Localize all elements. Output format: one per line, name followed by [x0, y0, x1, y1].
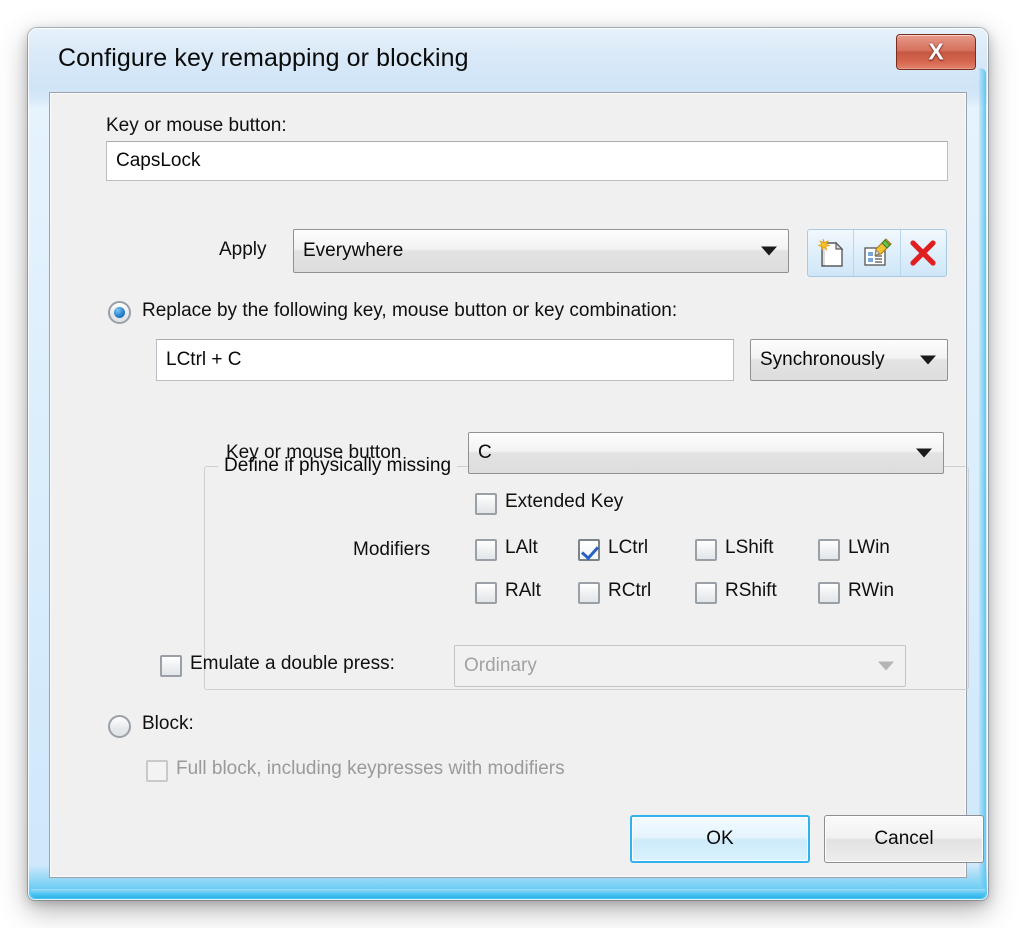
close-button[interactable]: X	[896, 34, 976, 70]
replace-radio[interactable]	[108, 301, 131, 324]
modifier-checkbox-rctrl[interactable]	[578, 582, 600, 604]
edit-properties-icon	[864, 238, 892, 266]
key-or-mouse-button-input[interactable]: CapsLock	[106, 141, 948, 181]
modifier-label-rwin: RWin	[848, 580, 895, 601]
chevron-down-icon	[761, 246, 777, 256]
emulate-mode-dropdown[interactable]: Ordinary	[454, 645, 906, 687]
groupbox-key-label: Key or mouse button	[226, 442, 402, 463]
key-combination-input[interactable]: LCtrl + C	[156, 339, 734, 381]
replace-mode-value: Synchronously	[760, 349, 885, 370]
window-frame-right-accent	[979, 68, 986, 892]
ok-button[interactable]: OK	[630, 815, 810, 863]
modifier-label-lwin: LWin	[848, 537, 890, 558]
modifier-label-lctrl: LCtrl	[608, 537, 649, 558]
new-document-button[interactable]	[808, 230, 853, 276]
modifier-checkbox-lwin[interactable]	[818, 539, 840, 561]
emulate-double-press-checkbox[interactable]	[160, 655, 182, 677]
dialog-client-area: Key or mouse button: CapsLock Apply Ever…	[49, 92, 984, 878]
modifier-checkbox-rshift[interactable]	[695, 582, 717, 604]
dialog-window: Configure key remapping or blocking X Ke…	[28, 28, 988, 900]
block-radio-label: Block:	[142, 713, 194, 734]
modifier-label-rctrl: RCtrl	[608, 580, 652, 601]
scope-toolbar	[807, 229, 947, 277]
modifier-label-lshift: LShift	[725, 537, 774, 558]
chevron-down-icon	[920, 355, 936, 365]
apply-label: Apply	[219, 239, 267, 260]
replace-radio-label: Replace by the following key, mouse butt…	[142, 300, 678, 321]
modifier-label-lalt: LAlt	[505, 537, 538, 558]
window-title: Configure key remapping or blocking	[58, 44, 469, 72]
emulate-mode-value: Ordinary	[464, 655, 537, 676]
emulate-double-press-label: Emulate a double press:	[190, 653, 395, 674]
extended-key-label: Extended Key	[505, 491, 624, 512]
modifier-checkbox-lshift[interactable]	[695, 539, 717, 561]
modifiers-label: Modifiers	[353, 539, 431, 560]
modifier-checkbox-ralt[interactable]	[475, 582, 497, 604]
ok-button-label: OK	[706, 828, 734, 849]
apply-scope-value: Everywhere	[303, 240, 404, 261]
delete-x-icon	[910, 240, 936, 266]
delete-button[interactable]	[899, 230, 946, 276]
physical-key-dropdown[interactable]: C	[468, 432, 944, 474]
chevron-down-icon	[916, 448, 932, 458]
replace-mode-dropdown[interactable]: Synchronously	[750, 339, 948, 381]
physical-key-value: C	[478, 442, 492, 463]
chevron-down-icon	[878, 661, 894, 671]
window-frame-bottom-accent	[31, 889, 985, 898]
full-block-checkbox[interactable]	[146, 760, 168, 782]
extended-key-checkbox[interactable]	[475, 493, 497, 515]
apply-scope-dropdown[interactable]: Everywhere	[293, 229, 789, 273]
modifier-checkbox-rwin[interactable]	[818, 582, 840, 604]
close-icon: X	[928, 38, 944, 65]
new-document-icon	[817, 238, 844, 267]
cancel-button-label: Cancel	[874, 828, 934, 849]
full-block-label: Full block, including keypresses with mo…	[176, 758, 565, 779]
modifier-label-rshift: RShift	[725, 580, 777, 601]
modifier-checkbox-lalt[interactable]	[475, 539, 497, 561]
cancel-button[interactable]: Cancel	[824, 815, 984, 863]
title-bar: Configure key remapping or blocking X	[28, 28, 988, 90]
block-radio[interactable]	[108, 715, 131, 738]
modifier-label-ralt: RAlt	[505, 580, 541, 601]
modifier-checkbox-lctrl[interactable]	[578, 539, 600, 561]
key-or-mouse-button-label: Key or mouse button:	[106, 115, 287, 136]
edit-properties-button[interactable]	[853, 230, 899, 276]
